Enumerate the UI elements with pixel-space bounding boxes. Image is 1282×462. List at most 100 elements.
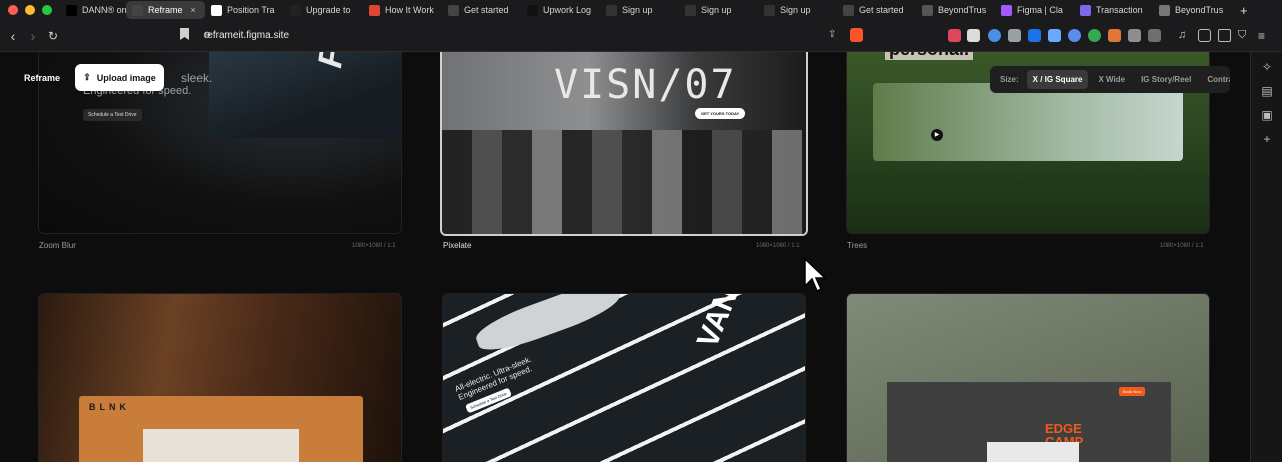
reading-list-icon[interactable]: ▤	[1260, 84, 1274, 98]
extension-u-icon[interactable]	[1088, 29, 1101, 42]
tab-label: Position Tra	[227, 5, 275, 15]
extension-window-icon[interactable]	[1148, 29, 1161, 42]
music-icon[interactable]: ♫	[1178, 29, 1191, 42]
card-headline: sleek.	[181, 71, 213, 85]
globe-icon	[448, 4, 459, 16]
forward-icon[interactable]: ›	[23, 28, 43, 44]
card-meta-pixelate: 1080×1080 / 1:1	[756, 243, 800, 249]
brave-shield-icon[interactable]	[850, 28, 863, 42]
upgrade-icon	[290, 4, 301, 16]
upload-image-button[interactable]: ⇪ Upload image	[75, 64, 164, 91]
tab-strip: DANN® on Reframe × Position Tra Upgrade to Ho…	[60, 0, 1232, 20]
minimize-window-button[interactable]	[25, 5, 35, 15]
transaction-icon	[1080, 4, 1091, 16]
template-card-edge-camp[interactable]: EDGE CAMP Book Now	[846, 293, 1210, 462]
x-logo-icon	[66, 4, 77, 16]
size-option-x-wide[interactable]: X Wide	[1092, 70, 1131, 89]
extension-blue-icon[interactable]	[988, 29, 1001, 42]
card-label-zoom-blur: Zoom Blur	[39, 241, 76, 250]
leo-ai-icon[interactable]: ✧	[1260, 60, 1274, 74]
mouse-cursor-icon	[804, 258, 826, 293]
card-image	[873, 83, 1183, 161]
extension-gray-icon[interactable]	[1008, 29, 1021, 42]
extension-k-icon[interactable]	[1028, 29, 1041, 42]
red-app-icon	[369, 4, 380, 16]
browser-toolbar: ‹ › ↻ ⚙ reframeit.figma.site ⇪ ♫ ⛉ ≡	[0, 20, 1282, 52]
upload-image-label: Upload image	[96, 72, 156, 83]
add-panel-icon[interactable]: +	[1260, 132, 1274, 146]
upload-icon: ⇪	[83, 72, 91, 82]
window-controls	[0, 5, 60, 15]
reload-icon[interactable]: ↻	[43, 29, 63, 43]
sidebar-toggle-icon[interactable]	[1198, 29, 1211, 42]
sparkle-icon	[606, 4, 617, 16]
card-label-trees: Trees	[847, 241, 868, 250]
close-window-button[interactable]	[8, 5, 18, 15]
close-tab-icon[interactable]: ×	[191, 5, 196, 15]
card-image	[209, 52, 401, 138]
size-label: Size:	[1000, 75, 1019, 84]
browser-tab[interactable]: BeyondTrus	[1153, 1, 1232, 19]
tab-label: Upgrade to	[306, 5, 351, 15]
tab-label: Sign up	[780, 5, 811, 15]
tab-label: Get started	[464, 5, 509, 15]
card-photo	[143, 429, 299, 462]
browser-tab[interactable]: BeyondTrus	[916, 1, 995, 19]
play-icon[interactable]: ▶	[931, 129, 943, 141]
tab-label: Get started	[859, 5, 904, 15]
browser-tab[interactable]: Upwork Log	[521, 1, 600, 19]
browser-tab[interactable]: DANN® on	[60, 1, 126, 19]
card-headline: personal.	[885, 52, 974, 60]
extension-orange-icon[interactable]	[1108, 29, 1121, 42]
template-card-blnk[interactable]: BLNK	[38, 293, 402, 462]
new-tab-button[interactable]: +	[1240, 3, 1248, 18]
browser-tab[interactable]: Sign up	[679, 1, 758, 19]
extensions-puzzle-icon[interactable]	[1128, 29, 1141, 42]
browser-tab[interactable]: How It Work	[363, 1, 442, 19]
browser-tab[interactable]: Position Tra	[205, 1, 284, 19]
globe-icon	[132, 4, 143, 16]
back-icon[interactable]: ‹	[3, 28, 23, 44]
tab-label: Sign up	[622, 5, 653, 15]
card-cta: GET YOURS TODAY	[695, 108, 746, 119]
template-card-vanta[interactable]: All-electric. Ultra-sleek. Engineered fo…	[442, 293, 806, 462]
extension-s-icon[interactable]	[1068, 29, 1081, 42]
address-bar[interactable]: ⚙ reframeit.figma.site ⇪	[170, 24, 870, 47]
extension-cloud-icon[interactable]	[1048, 29, 1061, 42]
browser-tab[interactable]: Upgrade to	[284, 1, 363, 19]
sparkle-icon	[685, 4, 696, 16]
tab-label: Upwork Log	[543, 5, 592, 15]
maximize-window-button[interactable]	[42, 5, 52, 15]
tab-label: Reframe	[148, 5, 183, 15]
browser-tab[interactable]: Sign up	[758, 1, 837, 19]
browser-tab[interactable]: Sign up	[600, 1, 679, 19]
bookmark-icon[interactable]	[180, 28, 189, 40]
gmail-icon	[211, 4, 222, 16]
size-option-ig-story-reel[interactable]: IG Story/Reel	[1135, 70, 1197, 89]
size-option-contra[interactable]: Contra	[1201, 70, 1230, 89]
pixel-blocks	[442, 130, 806, 234]
site-settings-icon[interactable]: ⚙	[203, 30, 213, 40]
browser-tab[interactable]: Transaction	[1074, 1, 1153, 19]
card-meta-trees: 1080×1080 / 1:1	[1160, 243, 1204, 249]
browser-tab[interactable]: Get started	[442, 1, 521, 19]
browser-tab[interactable]: Get started	[837, 1, 916, 19]
url-text: reframeit.figma.site	[204, 30, 290, 41]
sparkle-icon	[764, 4, 775, 16]
size-selector: Size: X / IG Square X Wide IG Story/Reel…	[990, 66, 1230, 93]
browser-tab[interactable]: Figma | Cla	[995, 1, 1074, 19]
vpn-shield-icon[interactable]: ⛉	[1238, 29, 1251, 42]
extension-grid-icon[interactable]	[967, 29, 980, 42]
page-viewport: sleek. Engineered for speed. Schedule a …	[0, 52, 1250, 462]
bookmarks-icon[interactable]: ▣	[1260, 108, 1274, 122]
template-card-pixelate[interactable]: VISN/07 GET YOURS TODAY	[440, 52, 808, 236]
browser-tab[interactable]: Reframe ×	[126, 1, 205, 19]
tab-label: DANN® on	[82, 5, 126, 15]
menu-icon[interactable]: ≡	[1258, 29, 1271, 43]
wallet-icon[interactable]	[1218, 29, 1231, 42]
share-icon[interactable]: ⇪	[828, 29, 836, 40]
size-option-x-ig-square[interactable]: X / IG Square	[1026, 70, 1089, 89]
extension-red-icon[interactable]	[948, 29, 961, 42]
card-photo	[987, 442, 1079, 462]
card-cta: Schedule a Test Drive	[83, 109, 142, 121]
